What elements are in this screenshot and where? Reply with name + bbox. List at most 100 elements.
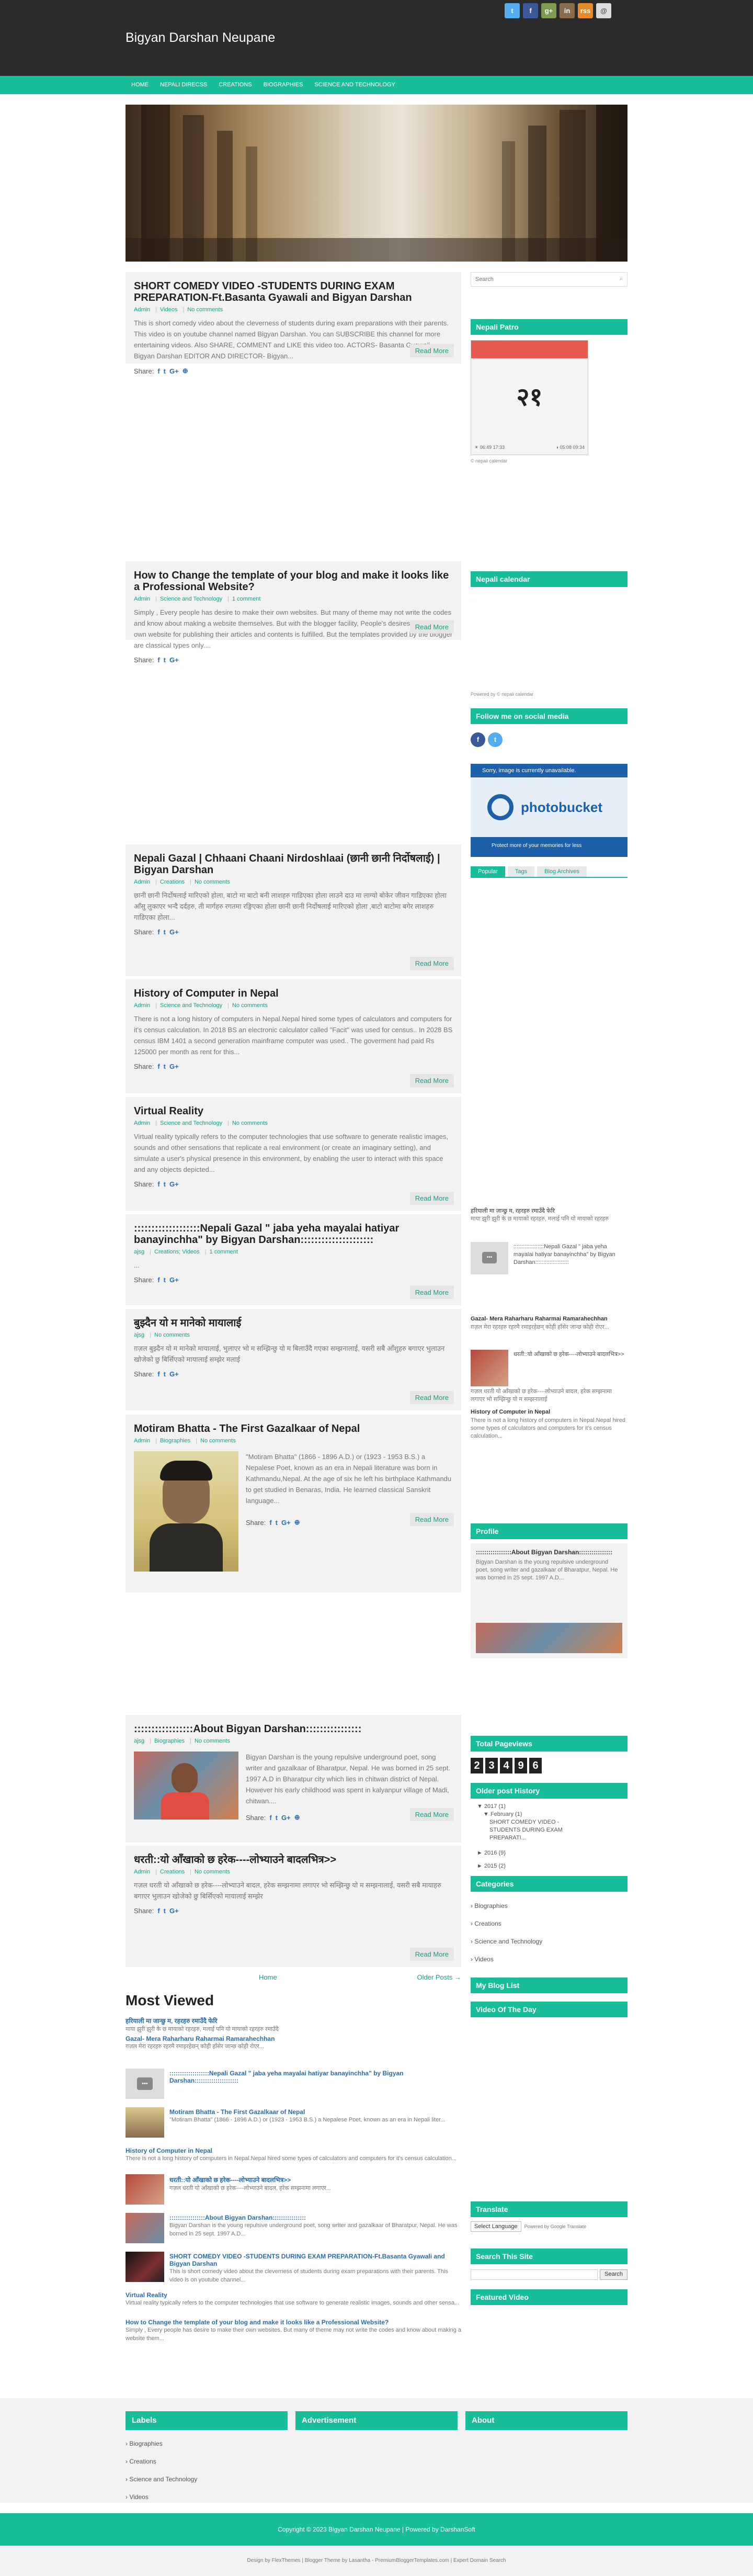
comedy-video-thumbnail[interactable]	[126, 2252, 164, 2282]
read-more-button[interactable]: Read More	[409, 1286, 454, 1299]
facebook-share-icon[interactable]: f	[157, 1276, 159, 1284]
twitter-share-icon[interactable]: t	[276, 1814, 278, 1822]
category-item[interactable]: › Videos	[471, 1950, 542, 1968]
calendar-caption[interactable]: Powered by © nepali calendar	[471, 692, 533, 697]
nav-creations[interactable]: CREATIONS	[213, 76, 257, 94]
popular-title[interactable]: History of Computer in Nepal	[471, 1408, 628, 1416]
video-thumbnail[interactable]: •••	[126, 2069, 164, 2099]
read-more-button[interactable]: Read More	[409, 1513, 454, 1526]
post-labels[interactable]: Biographies	[160, 1438, 190, 1444]
home-link[interactable]: Home	[259, 1973, 277, 1981]
popular-thumb[interactable]	[471, 1350, 508, 1386]
patro-caption[interactable]: © nepali calendar	[471, 458, 507, 464]
category-item[interactable]: › Science and Technology	[471, 1933, 542, 1950]
bigyan-thumbnail[interactable]	[126, 2213, 164, 2243]
facebook-share-icon[interactable]: f	[269, 1519, 271, 1527]
footer-label-item[interactable]: › Videos	[126, 2488, 197, 2506]
archive-year[interactable]: ► 2015 (2)	[471, 1862, 628, 1870]
post-author[interactable]: Admin	[134, 1869, 150, 1875]
twitter-share-icon[interactable]: t	[164, 928, 166, 936]
google-plus-icon[interactable]: g+	[541, 3, 556, 18]
post-author[interactable]: Admin	[134, 1002, 150, 1009]
archive-month[interactable]: ▼ February (1)	[471, 1811, 628, 1818]
most-viewed-item-title[interactable]: Gazal- Mera Raharharu Raharmai Ramarahec…	[126, 2035, 461, 2042]
facebook-share-icon[interactable]: f	[157, 1370, 159, 1378]
google-share-icon[interactable]: G+	[169, 656, 179, 664]
post-labels[interactable]: Creations	[160, 1869, 185, 1875]
twitter-icon[interactable]: t	[505, 3, 520, 18]
archive-year[interactable]: ▼ 2017 (1)	[471, 1803, 628, 1811]
post-labels[interactable]: Biographies	[154, 1738, 185, 1744]
popular-title[interactable]: Gazal- Mera Raharharu Raharmai Ramarahec…	[471, 1315, 628, 1323]
post-title[interactable]: SHORT COMEDY VIDEO -STUDENTS DURING EXAM…	[134, 280, 453, 303]
post-comments[interactable]: No comments	[232, 1002, 268, 1009]
pinterest-share-icon[interactable]: ⊕	[182, 367, 188, 375]
credit-text[interactable]: Design by FlexThemes | Blogger Theme by …	[0, 2546, 753, 2576]
nav-home[interactable]: HOME	[126, 76, 154, 94]
read-more-button[interactable]: Read More	[409, 344, 454, 357]
nav-biographies[interactable]: BIOGRAPHIES	[258, 76, 309, 94]
post-title[interactable]: Virtual Reality	[134, 1105, 453, 1117]
twitter-share-icon[interactable]: t	[164, 1370, 166, 1378]
facebook-share-icon[interactable]: f	[157, 928, 159, 936]
most-viewed-item-title[interactable]: History of Computer in Nepal	[126, 2147, 461, 2154]
post-comments[interactable]: No comments	[187, 307, 223, 313]
site-title[interactable]: Bigyan Darshan Neupane	[126, 30, 275, 46]
twitter-follow-icon[interactable]: t	[488, 732, 503, 747]
most-viewed-item-title[interactable]: धरती::यो आँखाको छ हरेक----लोभ्याउने बादल…	[169, 2175, 461, 2184]
post-comments[interactable]: No comments	[200, 1438, 236, 1444]
twitter-share-icon[interactable]: t	[164, 1180, 166, 1188]
footer-label-item[interactable]: › Creations	[126, 2453, 197, 2470]
pinterest-share-icon[interactable]: ⊕	[294, 1813, 300, 1822]
facebook-share-icon[interactable]: f	[157, 1907, 159, 1915]
archive-year[interactable]: ► 2016 (9)	[471, 1849, 628, 1857]
post-author[interactable]: Admin	[134, 1438, 150, 1444]
popular-title[interactable]: हरियाली मा जान्छु म, रहरहरु रमाउँदै फेरि	[471, 1207, 628, 1215]
post-author[interactable]: Admin	[134, 879, 150, 885]
post-comments[interactable]: 1 comment	[232, 596, 260, 602]
facebook-share-icon[interactable]: f	[269, 1814, 271, 1822]
post-title[interactable]: धरती::यो आँखाको छ हरेक----लोभ्याउने बादल…	[134, 1854, 453, 1866]
facebook-share-icon[interactable]: f	[157, 367, 159, 375]
facebook-share-icon[interactable]: f	[157, 1180, 159, 1188]
archive-post[interactable]: SHORT COMEDY VIDEO -STUDENTS DURING EXAM…	[471, 1818, 586, 1842]
google-share-icon[interactable]: G+	[281, 1519, 291, 1527]
most-viewed-item-title[interactable]: :::::::::::::::::About Bigyan Darshan:::…	[169, 2214, 461, 2221]
post-title[interactable]: :::::::::::::::::About Bigyan Darshan:::…	[134, 1723, 453, 1735]
rss-icon[interactable]: rss	[578, 3, 593, 18]
post-author[interactable]: ajsg	[134, 1738, 144, 1744]
google-share-icon[interactable]: G+	[169, 1276, 179, 1284]
google-share-icon[interactable]: G+	[169, 1180, 179, 1188]
tab-popular[interactable]: Popular	[471, 866, 505, 877]
post-author[interactable]: Admin	[134, 1120, 150, 1126]
read-more-button[interactable]: Read More	[409, 1074, 454, 1087]
facebook-share-icon[interactable]: f	[157, 1063, 159, 1070]
pinterest-share-icon[interactable]: ⊕	[294, 1518, 300, 1527]
post-labels[interactable]: Science and Technology	[160, 1120, 222, 1126]
most-viewed-item-title[interactable]: :::::::::::::::::::Nepali Gazal " jaba y…	[169, 2070, 461, 2084]
post-title[interactable]: How to Change the template of your blog …	[134, 570, 453, 593]
translate-powered[interactable]: Powered by Google Translate	[524, 2224, 587, 2229]
post-comments[interactable]: No comments	[195, 879, 230, 885]
instagram-icon[interactable]: in	[560, 3, 575, 18]
older-posts-link[interactable]: Older Posts →	[417, 1973, 461, 1981]
popular-title[interactable]: धरती::यो आँखाको छ हरेक----लोभ्याउने बादल…	[514, 1351, 628, 1359]
search-icon[interactable]: ⌕	[620, 276, 623, 283]
twitter-share-icon[interactable]: t	[164, 1907, 166, 1915]
post-title[interactable]: History of Computer in Nepal	[134, 988, 453, 999]
post-author[interactable]: Admin	[134, 307, 150, 313]
twitter-share-icon[interactable]: t	[164, 656, 166, 664]
post-title[interactable]: :::::::::::::::::::Nepali Gazal " jaba y…	[134, 1223, 453, 1246]
post-comments[interactable]: No comments	[195, 1738, 230, 1744]
post-comments[interactable]: No comments	[195, 1869, 230, 1875]
read-more-button[interactable]: Read More	[409, 1948, 454, 1961]
post-author[interactable]: ajsg	[134, 1249, 144, 1255]
google-share-icon[interactable]: G+	[281, 1814, 291, 1822]
read-more-button[interactable]: Read More	[409, 1391, 454, 1404]
facebook-follow-icon[interactable]: f	[471, 732, 485, 747]
google-share-icon[interactable]: G+	[169, 1063, 179, 1070]
profile-title[interactable]: :::::::::::::::::About Bigyan Darshan:::…	[476, 1549, 622, 1556]
post-title[interactable]: Nepali Gazal | Chhaani Chaani Nirdoshlaa…	[134, 853, 453, 876]
most-viewed-item-title[interactable]: हरियाली मा जान्छु म, रहरहरु रमाउँदै फेरि	[126, 2016, 461, 2025]
motiram-thumbnail[interactable]	[126, 2107, 164, 2138]
